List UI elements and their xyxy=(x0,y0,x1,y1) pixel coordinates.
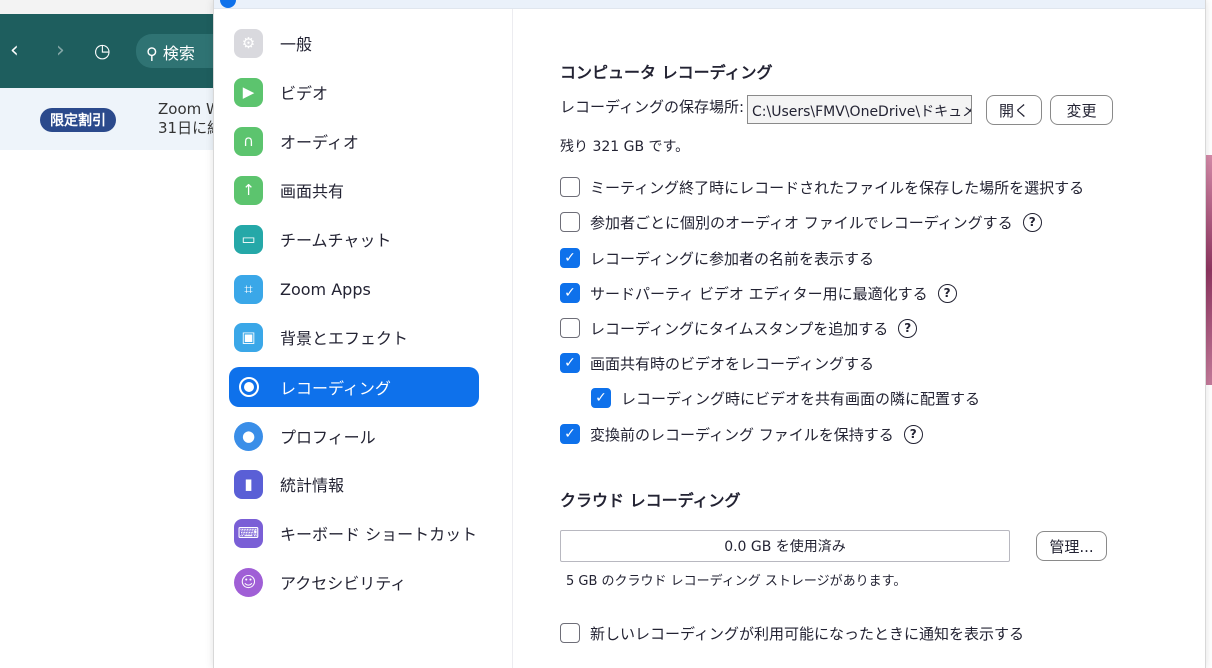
sidebar-item-label: Zoom Apps xyxy=(280,279,371,299)
checkbox[interactable] xyxy=(560,623,580,643)
recording-settings-panel: コンピュータ レコーディング レコーディングの保存場所: C:\Users\FM… xyxy=(514,9,1206,668)
cloud-usage-bar: 0.0 GB を使用済み xyxy=(560,530,1010,562)
record-icon xyxy=(234,373,263,402)
sidebar-item-general[interactable]: ⚙ 一般 xyxy=(229,23,479,63)
back-arrow-icon[interactable]: ‹ xyxy=(10,38,19,63)
option-notify-new-recording[interactable]: 新しいレコーディングが利用可能になったときに通知を表示する xyxy=(560,621,1024,645)
help-icon[interactable]: ? xyxy=(1022,212,1042,232)
sidebar-item-audio[interactable]: ∩ オーディオ xyxy=(229,121,479,161)
share-screen-icon: ↑ xyxy=(234,175,263,205)
background-search-label: 検索 xyxy=(162,44,195,63)
headphones-icon: ∩ xyxy=(234,126,263,156)
video-camera-icon: ▶ xyxy=(234,77,263,107)
cloud-storage-note: 5 GB のクラウド レコーディング ストレージがあります。 xyxy=(566,574,907,589)
checkbox[interactable] xyxy=(560,177,580,197)
sidebar-item-recording[interactable]: レコーディング xyxy=(229,367,479,407)
background-image-fragment xyxy=(1206,155,1212,385)
background-app-right-edge xyxy=(1206,0,1212,668)
checkbox[interactable] xyxy=(560,212,580,232)
option-add-timestamp[interactable]: レコーディングにタイムスタンプを追加する ? xyxy=(560,316,918,340)
keyboard-icon: ⌨ xyxy=(234,518,263,548)
option-label: レコーディングに参加者の名前を表示する xyxy=(590,249,874,268)
sidebar-item-label: レコーディング xyxy=(280,379,391,398)
background-icon: ▣ xyxy=(234,322,263,352)
checkbox-checked[interactable]: ✓ xyxy=(560,248,580,268)
option-label: ミーティング終了時にレコードされたファイルを保存した場所を選択する xyxy=(590,178,1085,197)
sidebar-item-background-effects[interactable]: ▣ 背景とエフェクト xyxy=(229,317,479,357)
sidebar-item-label: 一般 xyxy=(280,35,313,54)
cloud-recording-title: クラウド レコーディング xyxy=(560,491,741,510)
sidebar-item-label: オーディオ xyxy=(280,133,359,152)
help-icon[interactable]: ? xyxy=(898,318,918,338)
profile-icon: ● xyxy=(234,421,263,451)
sidebar-item-label: 背景とエフェクト xyxy=(280,329,409,348)
sidebar-item-keyboard-shortcuts[interactable]: ⌨ キーボード ショートカット xyxy=(229,513,479,553)
background-app: ‹ › ◷ ⚲ 検索 限定割引 Zoom W 31日に終 xyxy=(0,0,236,668)
option-record-video-during-share[interactable]: ✓ 画面共有時のビデオをレコーディングする xyxy=(560,351,874,375)
option-label: 変換前のレコーディング ファイルを保持する xyxy=(590,425,894,444)
statistics-icon: ▮ xyxy=(234,469,263,499)
background-app-titlebar xyxy=(0,0,213,14)
option-choose-location-after-meeting[interactable]: ミーティング終了時にレコードされたファイルを保存した場所を選択する xyxy=(560,175,1084,199)
accessibility-icon: ☺ xyxy=(234,567,263,597)
checkbox-checked[interactable]: ✓ xyxy=(560,283,580,303)
promo-banner[interactable]: 限定割引 Zoom W 31日に終 xyxy=(0,88,222,150)
sidebar-item-accessibility[interactable]: ☺ アクセシビリティ xyxy=(229,562,479,602)
checkbox[interactable] xyxy=(560,318,580,338)
sidebar-item-label: ビデオ xyxy=(280,84,329,103)
checkbox-checked[interactable]: ✓ xyxy=(560,424,580,444)
chat-icon: ▭ xyxy=(234,224,263,254)
background-app-toolbar: ‹ › ◷ ⚲ 検索 xyxy=(0,14,236,88)
help-icon[interactable]: ? xyxy=(903,424,923,444)
sidebar-item-statistics[interactable]: ▮ 統計情報 xyxy=(229,464,479,504)
sidebar-item-label: プロフィール xyxy=(280,428,376,447)
option-separate-audio-files[interactable]: 参加者ごとに個別のオーディオ ファイルでレコーディングする ? xyxy=(560,210,1042,234)
sidebar-item-label: 画面共有 xyxy=(280,182,345,201)
option-optimize-third-party-editor[interactable]: ✓ サードパーティ ビデオ エディター用に最適化する ? xyxy=(560,281,957,305)
sidebar-item-team-chat[interactable]: ▭ チームチャット xyxy=(229,219,479,259)
settings-sidebar: ⚙ 一般 ▶ ビデオ ∩ オーディオ ↑ 画面共有 ▭ チームチャット ⌗ Zo… xyxy=(214,9,513,668)
search-icon: ⚲ xyxy=(146,44,158,63)
checkbox-checked[interactable]: ✓ xyxy=(560,353,580,373)
apps-icon: ⌗ xyxy=(234,274,263,304)
promo-badge: 限定割引 xyxy=(40,108,116,132)
settings-window: ⚙ 一般 ▶ ビデオ ∩ オーディオ ↑ 画面共有 ▭ チームチャット ⌗ Zo… xyxy=(213,0,1206,668)
manage-button[interactable]: 管理... xyxy=(1036,531,1107,561)
option-show-participant-names[interactable]: ✓ レコーディングに参加者の名前を表示する xyxy=(560,246,874,270)
help-icon[interactable]: ? xyxy=(937,283,957,303)
local-recording-title: コンピュータ レコーディング xyxy=(560,63,773,82)
open-button[interactable]: 開く xyxy=(986,95,1042,125)
option-label: サードパーティ ビデオ エディター用に最適化する xyxy=(590,284,928,303)
sidebar-item-label: キーボード ショートカット xyxy=(280,525,478,544)
checkbox-checked[interactable]: ✓ xyxy=(591,388,611,408)
change-button[interactable]: 変更 xyxy=(1050,95,1113,125)
location-path-field[interactable]: C:\Users\FMV\OneDrive\ドキュメン xyxy=(747,95,972,124)
option-label: 参加者ごとに個別のオーディオ ファイルでレコーディングする xyxy=(590,213,1013,232)
sidebar-item-label: 統計情報 xyxy=(280,476,345,495)
option-label: 新しいレコーディングが利用可能になったときに通知を表示する xyxy=(590,624,1024,643)
option-place-video-next-to-share[interactable]: ✓ レコーディング時にビデオを共有画面の隣に配置する xyxy=(591,386,980,410)
sidebar-item-profile[interactable]: ● プロフィール xyxy=(229,416,479,456)
history-icon[interactable]: ◷ xyxy=(94,40,111,62)
location-label: レコーディングの保存場所: xyxy=(560,98,745,116)
sidebar-item-video[interactable]: ▶ ビデオ xyxy=(229,72,479,112)
sidebar-item-label: チームチャット xyxy=(280,231,392,250)
window-titlebar xyxy=(214,0,1205,9)
option-label: レコーディングにタイムスタンプを追加する xyxy=(590,319,889,338)
sidebar-item-share-screen[interactable]: ↑ 画面共有 xyxy=(229,170,479,210)
sidebar-item-zoom-apps[interactable]: ⌗ Zoom Apps xyxy=(229,269,479,309)
sidebar-item-label: アクセシビリティ xyxy=(280,574,407,593)
gear-icon: ⚙ xyxy=(234,28,263,58)
option-label: レコーディング時にビデオを共有画面の隣に配置する xyxy=(621,389,980,408)
remaining-storage-text: 残り 321 GB です。 xyxy=(560,139,690,155)
option-keep-temp-files[interactable]: ✓ 変換前のレコーディング ファイルを保持する ? xyxy=(560,422,923,446)
zoom-logo-icon xyxy=(220,0,236,8)
forward-arrow-icon[interactable]: › xyxy=(56,38,65,63)
option-label: 画面共有時のビデオをレコーディングする xyxy=(590,354,874,373)
